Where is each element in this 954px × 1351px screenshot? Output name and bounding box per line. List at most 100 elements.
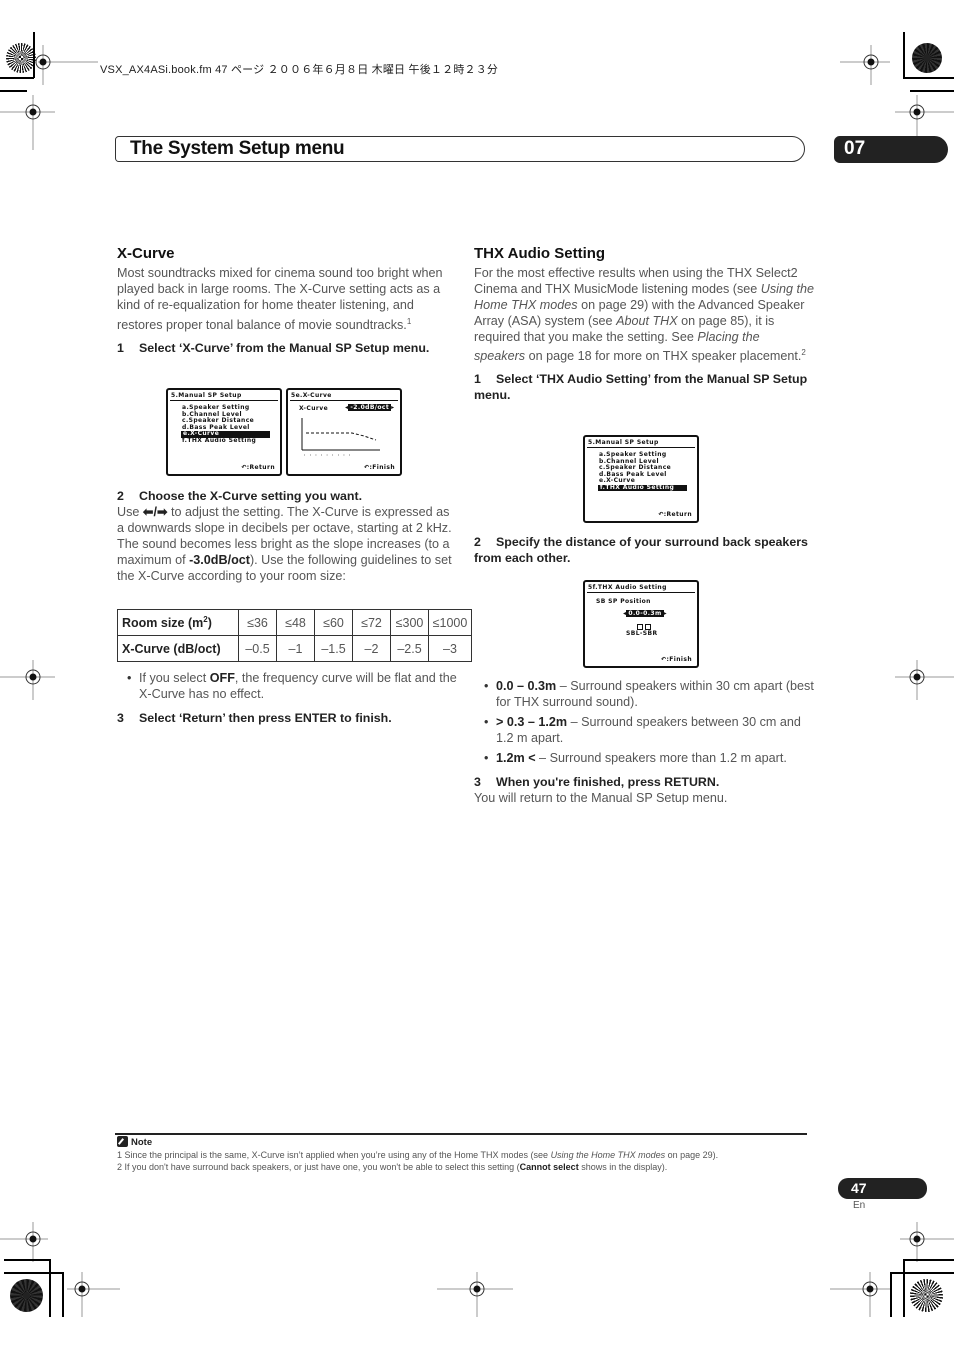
table-cell: ≤60 [314,609,353,636]
lcd-label: SB SP Position [596,598,651,605]
table-cell: –0.5 [238,635,277,662]
x-curve-room-size-table: Room size (m2) ≤36 ≤48 ≤60 ≤72 ≤300 ≤100… [117,609,472,662]
right-arrow-icon: ▸ [663,610,668,617]
color-registration-dial-icon [910,1279,943,1312]
lcd-x-curve: 5e.X-Curve X-Curve ◂ -2.0dB/oct ▸ ::::::::… [286,388,402,476]
table-cell: –1.5 [314,635,353,662]
lcd-speakers-label: SBL-SBR [626,630,658,637]
row-header: X-Curve (dB/oct) [117,635,239,662]
thx-step-1: 1 Select ‘THX Audio Setting’ from the Man… [474,372,808,403]
crop-mark [890,1272,892,1317]
table-cell: –2 [352,635,391,662]
registration-target-icon [830,1272,890,1317]
note-heading: Note [117,1136,807,1149]
thx-step-2-block: 2 Specify the distance of your surround b… [474,534,814,566]
lcd-value-selector: ◂ -2.0dB/oct ▸ [345,404,395,411]
crop-mark [4,1259,50,1261]
crop-mark [4,1272,63,1274]
row-header: Room size (m2) [117,609,239,636]
lcd-footer-return: ↶:Return [241,464,275,471]
table-cell: –3 [428,635,472,662]
crop-mark [910,90,954,92]
crop-mark [903,1259,954,1261]
lcd-value-selector: ◂ 0.0-0.3m ▸ [623,610,667,617]
note-divider [115,1133,807,1135]
x-curve-section: X-Curve Most soundtracks mixed for cinem… [117,246,457,356]
lcd-value: -2.0dB/oct [348,404,392,411]
lcd-footer-return: ↶:Return [658,511,692,518]
lcd-title: 5.Manual SP Setup [588,439,659,446]
table-cell: ≤48 [276,609,315,636]
section-title-bar: The System Setup menu [115,136,805,162]
table-cell: –1 [276,635,315,662]
lcd-menu-item: f.THX Audio Setting [182,436,257,444]
table-row-x-curve: X-Curve (dB/oct) –0.5 –1 –1.5 –2 –2.5 –3 [117,635,472,662]
table-cell: ≤72 [352,609,391,636]
crop-mark [890,1272,954,1274]
pencil-note-icon [117,1136,128,1147]
crop-mark [49,1259,51,1317]
lcd-label: X-Curve [299,405,329,412]
x-curve-graph [301,418,380,451]
lcd-thx-audio-setting: 5f.THX Audio Setting SB SP Position ◂ 0.0… [583,580,699,668]
registration-target-icon [437,1272,513,1317]
footnote-ref: 1 [406,316,412,326]
thx-step-3: 3 When you're finished, press RETURN. [474,775,720,789]
page-number-tab: 47 [838,1178,927,1199]
registration-target-icon [0,1222,48,1262]
bullet-option: 1.2m < – Surround speakers more than 1.2… [474,750,814,766]
lcd-menu-item-selected: f.THX Audio Setting [598,484,687,491]
color-registration-dial-icon [912,43,942,73]
right-arrow-icon: ▸ [391,404,395,411]
lcd-value: 0.0-0.3m [626,610,664,617]
registration-target-icon [900,1222,954,1262]
crop-mark [62,1272,64,1317]
graph-curve [306,432,377,441]
thx-audio-heading: THX Audio Setting [474,245,606,262]
bullet-option: > 0.3 – 1.2m – Surround speakers between… [474,714,814,746]
thx-step-2: 2 Specify the distance of your surround b… [474,535,808,565]
table-cell: ≤1000 [428,609,472,636]
thx-audio-section: THX Audio Setting For the most effective… [474,246,814,403]
x-curve-heading: X-Curve [117,245,175,262]
crop-mark [0,77,34,79]
page-number: 47 [851,1180,867,1196]
x-curve-intro: Most soundtracks mixed for cinema sound … [117,266,443,332]
table-cell: ≤36 [238,609,277,636]
crop-mark [903,32,905,78]
registration-target-icon [840,45,890,85]
lcd-manual-sp-setup: 5.Manual SP Setup a.Speaker Setting b.Ch… [166,388,282,476]
footnote-2: 2 If you don't have surround back speake… [117,1162,668,1172]
x-curve-step-2-block: 2 Choose the X-Curve setting you want. Us… [117,488,457,584]
footnote-ref: 2 [801,348,806,357]
lcd-title: 5.Manual SP Setup [171,392,242,399]
graph-freq-ticks: ::::::::: [304,453,355,457]
color-registration-dial-icon [10,1279,43,1312]
registration-target-icon [0,95,55,150]
lcd-footer-finish: ↶:Finish [661,656,692,663]
x-curve-step-2-body: Use ⬅/➡ to adjust the setting. The X-Cur… [117,505,452,583]
arrow-keys-icon: ⬅/➡ [142,505,168,519]
registration-target-icon [0,660,55,700]
bullet-off-note: If you select OFF, the frequency curve w… [117,670,457,702]
x-curve-step-2: 2 Choose the X-Curve setting you want. [117,489,363,503]
chapter-tab: 07 [834,136,948,163]
x-curve-step-1: 1 Select ‘X-Curve’ from the Manual SP Set… [117,341,430,355]
registration-target-icon [895,660,954,700]
lcd-title: 5f.THX Audio Setting [588,584,667,591]
print-file-meta: VSX_AX4ASi.book.fm 47 ページ ２００６年６月８日 木曜日 … [100,64,499,76]
notes: Note 1 Since the principal is the same, … [117,1136,807,1173]
footnote-1: 1 Since the principal is the same, X-Cur… [117,1150,719,1160]
lcd-manual-sp-setup-thx: 5.Manual SP Setup a.Speaker Setting b.Ch… [583,435,699,523]
crop-mark [903,77,954,79]
table-cell: ≤300 [390,609,429,636]
table-cell: –2.5 [390,635,429,662]
thx-options: 0.0 – 0.3m – Surround speakers within 30… [474,678,814,806]
registration-target-icon [35,45,98,85]
language-label: En [853,1200,866,1211]
bullet-option: 0.0 – 0.3m – Surround speakers within 30… [474,678,814,710]
registration-target-icon [67,1272,120,1317]
lcd-footer-finish: ↶:Finish [364,464,395,471]
x-curve-step-3: 3 Select ‘Return’ then press ENTER to fin… [117,711,392,725]
x-curve-after-table: If you select OFF, the frequency curve w… [117,670,457,726]
